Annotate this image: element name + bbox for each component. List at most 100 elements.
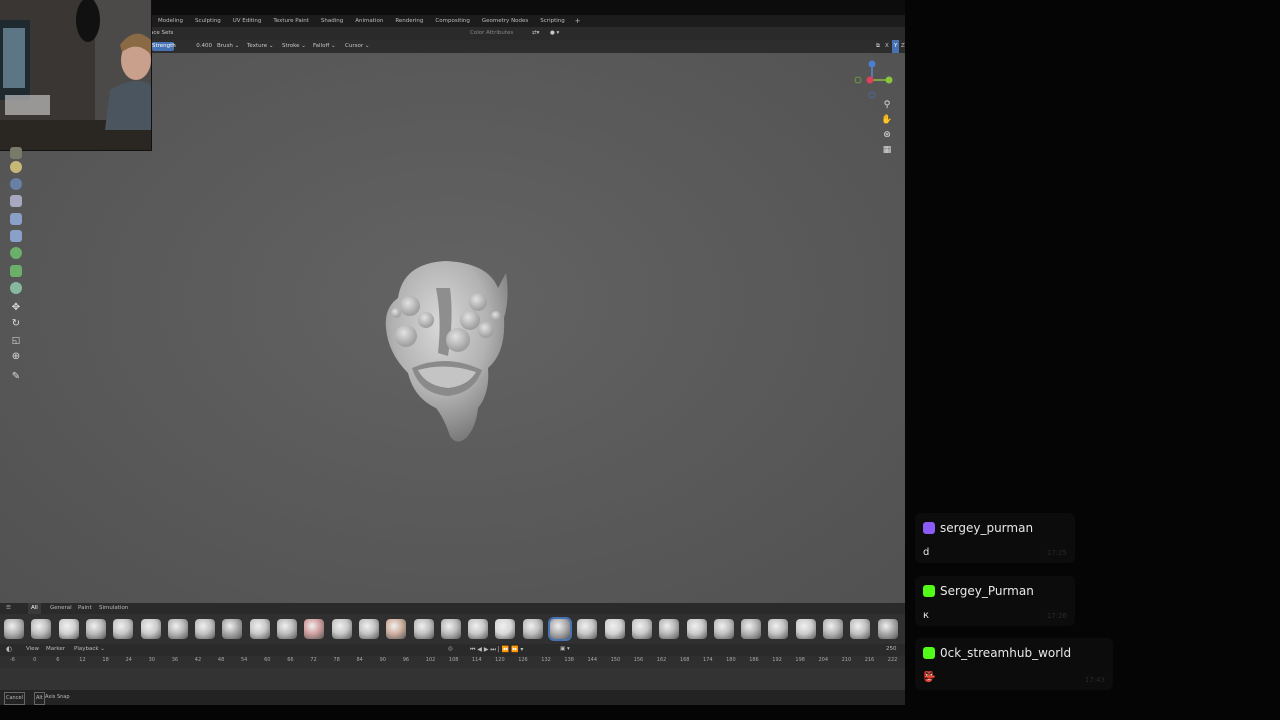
timeline-playback-menu[interactable]: Playback ⌄ [74,644,105,655]
shelf-tab-all[interactable]: All [28,603,41,614]
grid-icon[interactable]: ▦ [880,143,894,157]
clay-tool-icon[interactable] [10,161,22,173]
grab-tool-icon[interactable] [10,195,22,207]
brush-asset-icon[interactable] [548,617,572,641]
brush-asset-icon[interactable] [440,619,461,639]
face-sets-menu[interactable]: ace Sets [150,27,173,40]
zoom-icon[interactable]: ⚲ [880,98,894,112]
scale-tool-icon[interactable]: ◱ [10,335,22,347]
brush-asset-icon[interactable] [795,619,816,639]
timeline-header: ◐ View Marker Playback ⌄ ◎ ⏮ ◀ ▶ ⏭ | ⏪ ⏩… [0,644,905,656]
brush-asset-icon[interactable] [468,619,489,639]
flatten-tool-icon[interactable] [10,230,22,242]
navigation-gizmo[interactable] [852,58,896,102]
cursor-menu[interactable]: Cursor ⌄ [345,40,369,53]
tab-sculpting[interactable]: Sculpting [189,15,227,27]
texture-menu[interactable]: Texture ⌄ [247,40,274,53]
camera-icon[interactable]: ⊛ [880,128,894,142]
brush-asset-icon[interactable] [386,619,407,639]
shelf-tab-paint[interactable]: Paint [78,603,92,614]
brush-asset-icon[interactable] [659,619,680,639]
brush-asset-icon[interactable] [823,619,843,639]
brush-asset-icon[interactable] [277,619,297,639]
brush-asset-icon[interactable] [331,619,352,639]
box-mask-tool-icon[interactable] [10,282,22,294]
tab-modeling[interactable]: Modeling [152,15,189,27]
shelf-tab-general[interactable]: General [50,603,72,614]
brush-asset-icon[interactable] [877,619,898,639]
transform-tool-icon[interactable]: ⊕ [10,351,22,363]
add-workspace-button[interactable]: + [571,15,585,27]
brush-asset-icon[interactable] [413,619,434,639]
end-frame-field[interactable]: 250 [886,644,897,655]
symmetry-icon[interactable]: ⇄▾ [532,27,539,40]
brush-asset-icon[interactable] [495,619,516,639]
tab-compositing[interactable]: Compositing [429,15,475,27]
shelf-menu-icon[interactable]: ☰ [6,603,11,614]
record-icon[interactable]: ◎ [448,644,453,655]
brush-asset-icon[interactable] [113,619,134,639]
editor-type-icon[interactable]: ◐ [6,644,12,655]
tab-shading[interactable]: Shading [315,15,349,27]
brush-asset-icon[interactable] [768,619,789,639]
brush-asset-icon[interactable] [249,619,270,639]
tab-rendering[interactable]: Rendering [389,15,429,27]
pan-hand-icon[interactable]: ✋ [880,113,894,127]
brush-asset-icon[interactable] [304,619,325,639]
inflate-tool-icon[interactable] [10,178,22,190]
axis-y-toggle[interactable]: Y [892,40,900,53]
brush-menu[interactable]: Brush ⌄ [217,40,239,53]
chat-time: 17:43 [1084,676,1105,684]
tab-geometry-nodes[interactable]: Geometry Nodes [476,15,534,27]
mask-tool-icon[interactable] [10,247,22,259]
draw-tool-icon[interactable] [10,147,22,159]
overlay-icon[interactable]: ● ▾ [550,27,559,40]
falloff-menu[interactable]: Falloff ⌄ [313,40,336,53]
keying-icon[interactable]: ▣ ▾ [560,644,570,655]
mirror-icon[interactable]: ⧉ [876,40,880,53]
brush-asset-icon[interactable] [58,619,79,639]
shelf-tab-simulation[interactable]: Simulation [99,603,128,614]
timeline-tick-label: 48 [217,657,225,663]
brush-asset-icon[interactable] [713,619,734,639]
strength-field[interactable]: 0.400 [178,42,212,51]
timeline-tick-label: 132 [541,657,551,663]
tab-scripting[interactable]: Scripting [534,15,570,27]
playback-controls[interactable]: ⏮ ◀ ▶ ⏭ | ⏪ ⏩ ▾ [470,644,523,655]
brush-asset-icon[interactable] [358,619,379,639]
cursor-menu-label: Cursor [345,43,364,49]
timeline-tick-label: 198 [795,657,805,663]
rotate-tool-icon[interactable]: ↻ [10,318,22,330]
brush-asset-icon[interactable] [604,619,625,639]
tab-texture-paint[interactable]: Texture Paint [267,15,315,27]
timeline-marker-menu[interactable]: Marker [46,644,65,655]
timeline-track[interactable] [0,668,905,690]
tab-animation[interactable]: Animation [349,15,389,27]
face-set-tool-icon[interactable] [10,265,22,277]
brush-asset-icon[interactable] [31,619,52,639]
timeline-ruler[interactable]: -6 0 6 12 18 24 30 36 42 48 54 60 66 72 78 84 90 96 102 108… [0,656,905,668]
brush-asset-icon[interactable] [577,619,598,639]
annotate-tool-icon[interactable]: ✎ [10,371,22,383]
sculpt-model[interactable] [378,258,516,450]
brush-asset-icon[interactable] [222,619,243,639]
stroke-menu[interactable]: Stroke ⌄ [282,40,306,53]
tab-uv-editing[interactable]: UV Editing [227,15,268,27]
brush-asset-icon[interactable] [522,619,543,639]
brush-asset-icon[interactable] [85,619,106,639]
brush-asset-icon[interactable] [850,619,871,639]
smooth-tool-icon[interactable] [10,213,22,225]
axis-x-toggle[interactable]: X [885,40,889,53]
chat-username: 0ck_streamhub_world [940,646,1072,660]
brush-asset-icon[interactable] [140,619,161,639]
brush-asset-icon[interactable] [167,619,188,639]
brush-asset-icon[interactable] [741,619,762,639]
brush-asset-icon[interactable] [195,619,216,639]
timeline-view-menu[interactable]: View [26,644,39,655]
move-tool-icon[interactable]: ✥ [10,302,22,314]
color-attributes-label[interactable]: Color Attributes [470,27,513,40]
brush-asset-icon[interactable] [686,619,707,639]
brush-asset-icon[interactable] [4,619,24,639]
brush-asset-icon[interactable] [631,619,652,639]
timeline-tick-label: 66 [287,657,294,663]
